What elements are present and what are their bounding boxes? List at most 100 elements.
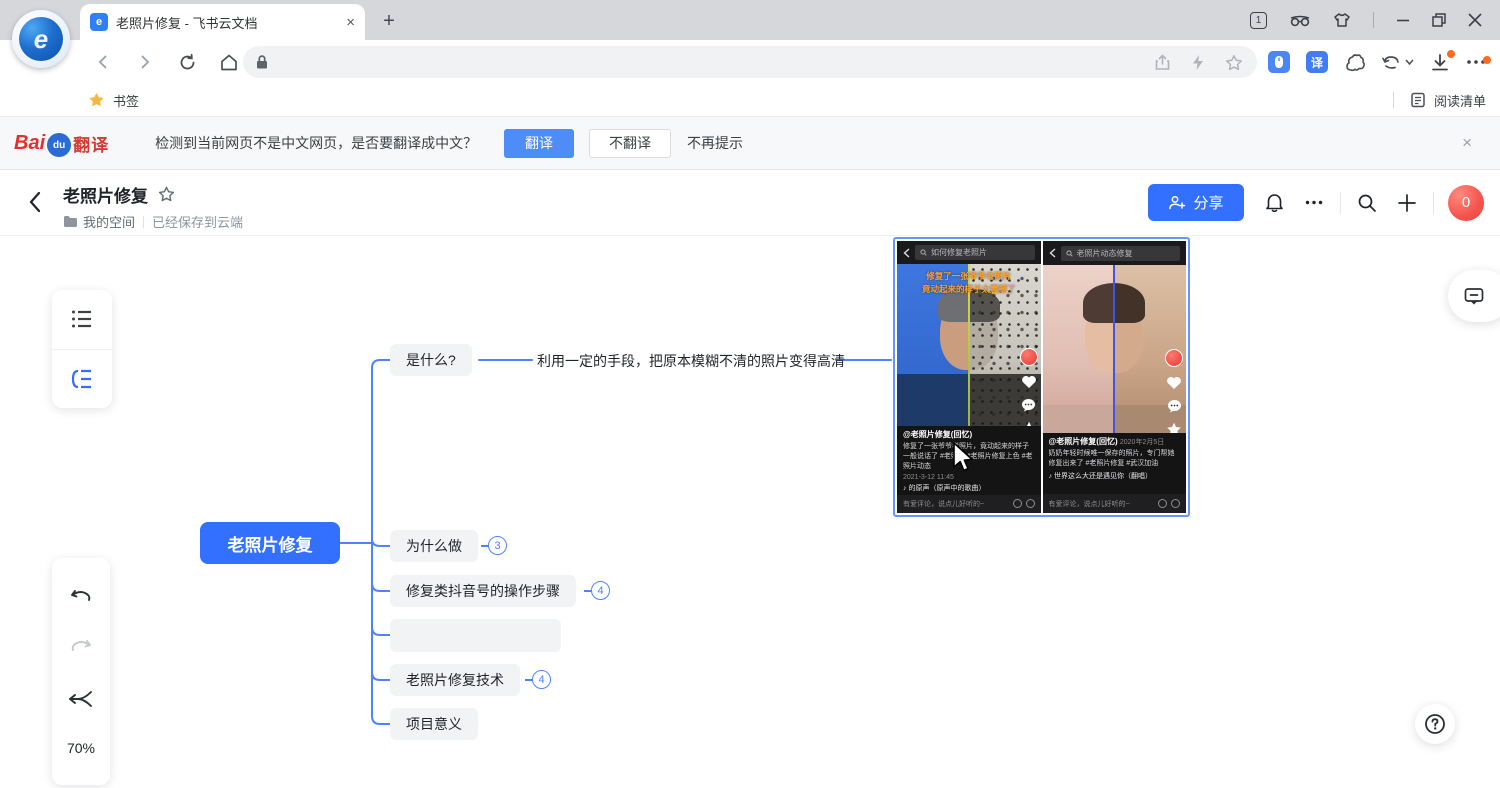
mention-icon: [1013, 499, 1022, 508]
mindmap-root-node[interactable]: 老照片修复: [200, 522, 340, 564]
collapsed-count-badge[interactable]: 4: [532, 670, 551, 689]
comment-icon: [1464, 287, 1484, 306]
video-username: @老照片修复(回忆): [1049, 437, 1118, 446]
notifications-button[interactable]: [1254, 184, 1294, 221]
tab-count-button[interactable]: 1: [1250, 12, 1267, 29]
home-button[interactable]: [214, 47, 244, 77]
send-to-device-icon[interactable]: [1154, 54, 1171, 71]
browser-logo[interactable]: e: [12, 10, 70, 68]
translate-bar-close-icon[interactable]: ×: [1462, 133, 1472, 153]
more-options-button[interactable]: [1294, 184, 1334, 221]
back-button[interactable]: [88, 47, 118, 77]
doc-space-breadcrumb[interactable]: 我的空间: [63, 212, 135, 231]
dont-remind-button[interactable]: 不再提示: [687, 133, 743, 153]
baidu-translate-logo: Bai du 翻译: [14, 131, 109, 156]
help-button[interactable]: [1415, 704, 1455, 744]
baidu-logo-bai: Bai: [14, 132, 45, 155]
no-translate-button[interactable]: 不翻译: [589, 129, 671, 158]
doc-back-button[interactable]: [26, 190, 44, 214]
view-switcher-panel: [52, 290, 112, 408]
bookmark-star-icon[interactable]: [1225, 54, 1243, 71]
video-description: 奶奶年轻时候唯一保存的照片，专门帮她修复出来了 #老照片修复 #武汉加油: [1049, 449, 1181, 469]
create-new-button[interactable]: [1387, 184, 1427, 221]
theme-skin-icon[interactable]: [1333, 12, 1351, 28]
mindmap-canvas[interactable]: 70% 老照片修复 是什么? 利用一定的手段，把原本模糊不清的照片变得高清 为什…: [0, 236, 1500, 788]
menu-button[interactable]: [1466, 59, 1486, 65]
favorite-star-rail-icon: [1166, 422, 1182, 433]
folder-icon: [63, 215, 78, 228]
save-status: 已经保存到云端: [152, 212, 243, 231]
minimize-button[interactable]: [1396, 13, 1410, 27]
baidu-logo-suffix: 翻译: [73, 131, 109, 156]
mindmap-detail-text[interactable]: 利用一定的手段，把原本模糊不清的照片变得高清: [537, 351, 845, 371]
collapsed-count-badge[interactable]: 3: [488, 536, 507, 555]
video-music-title: ♪ 世界这么大还是遇见你（翻唱）: [1049, 471, 1181, 481]
browser-tab[interactable]: e 老照片修复 - 飞书云文档 ×: [80, 4, 365, 40]
mindmap-node-why[interactable]: 为什么做: [390, 530, 478, 562]
creator-avatar-icon: [1020, 348, 1038, 366]
tab-close-icon[interactable]: ×: [346, 14, 355, 31]
browser-tab-bar: e 老照片修复 - 飞书云文档 × + 1: [0, 0, 1500, 40]
video-date: 2021-3-12 11:45: [903, 474, 954, 481]
restore-window-button[interactable]: [1432, 13, 1446, 27]
user-avatar[interactable]: 0: [1448, 185, 1484, 221]
outline-view-button[interactable]: [52, 290, 112, 349]
douyin-screenshot-right: 老照片动态修复: [1043, 241, 1187, 513]
header-divider-2: [1433, 192, 1434, 214]
video-search-text: 老照片动态修复: [1077, 248, 1133, 259]
translate-page-icon[interactable]: 译: [1306, 51, 1328, 73]
recently-closed-button[interactable]: [1382, 54, 1414, 71]
comments-panel-button[interactable]: [1448, 270, 1500, 322]
mouse-gesture-icon[interactable]: [1268, 51, 1290, 73]
video-music-title: ♪ 的原声（原声中的歌曲）: [903, 483, 1035, 493]
like-heart-icon: [1166, 376, 1182, 390]
translate-button[interactable]: 翻译: [504, 129, 574, 158]
mindmap-view-button[interactable]: [52, 349, 112, 409]
bookmark-item[interactable]: 书签: [88, 91, 139, 110]
douyin-action-rail: [1020, 348, 1038, 426]
collapsed-count-badge[interactable]: 4: [591, 581, 610, 600]
new-tab-button[interactable]: +: [375, 8, 403, 34]
video-search-text: 如何修复老照片: [931, 247, 987, 258]
address-bar[interactable]: [243, 46, 1257, 78]
redo-button[interactable]: [70, 637, 92, 657]
search-button[interactable]: [1347, 184, 1387, 221]
emoji-icon: [1171, 499, 1180, 508]
downloads-button[interactable]: [1430, 53, 1450, 72]
mindmap-node-meaning[interactable]: 项目意义: [390, 708, 478, 740]
video-back-icon: [1049, 248, 1056, 258]
split-face-photo-man: 修复了一张爷爷老照片 竟动起来的样子太震撼了: [897, 264, 1041, 426]
collapse-branches-button[interactable]: [68, 688, 94, 710]
baidu-paw-icon: du: [47, 133, 71, 157]
close-window-button[interactable]: [1468, 13, 1482, 27]
mindmap-image-node-selected[interactable]: 如何修复老照片 修复了一张爷爷老照片 竟动起来的样子太震撼了: [893, 237, 1190, 517]
window-controls-divider: [1373, 12, 1374, 28]
douyin-action-rail: [1165, 349, 1183, 433]
mindmap-node-empty[interactable]: [390, 619, 561, 652]
video-search-icon: [1066, 250, 1073, 257]
comment-bubble-icon: [1021, 398, 1036, 412]
emoji-icon: [1026, 499, 1035, 508]
reading-list-button[interactable]: 阅读清单: [1393, 91, 1486, 110]
split-face-photo-woman: [1043, 265, 1187, 433]
favorite-star-icon[interactable]: [158, 186, 175, 203]
reload-button[interactable]: [172, 47, 202, 77]
favorite-star-rail-icon: [1021, 421, 1037, 426]
mindmap-node-steps[interactable]: 修复类抖音号的操作步骤: [390, 575, 576, 607]
share-button[interactable]: 分享: [1148, 184, 1244, 221]
like-heart-icon: [1021, 375, 1037, 389]
extensions-icon[interactable]: [1344, 52, 1366, 72]
mindmap-node-tech[interactable]: 老照片修复技术: [390, 664, 520, 696]
flash-speed-icon[interactable]: [1191, 54, 1205, 71]
undo-button[interactable]: [70, 587, 92, 607]
baidu-translate-bar: Bai du 翻译 检测到当前网页不是中文网页，是否要翻译成中文？ 翻译 不翻译…: [0, 117, 1500, 170]
incognito-icon[interactable]: [1289, 12, 1311, 28]
comment-input-bar: 有爱评论，说点儿好听的~: [897, 495, 1041, 513]
comment-placeholder: 有爱评论，说点儿好听的~: [903, 499, 1009, 509]
mouse-cursor: [952, 442, 976, 474]
doc-sub-divider: [143, 216, 144, 228]
zoom-level[interactable]: 70%: [67, 740, 95, 756]
mention-icon: [1158, 499, 1167, 508]
forward-button[interactable]: [130, 47, 160, 77]
mindmap-node-what[interactable]: 是什么?: [390, 344, 472, 376]
